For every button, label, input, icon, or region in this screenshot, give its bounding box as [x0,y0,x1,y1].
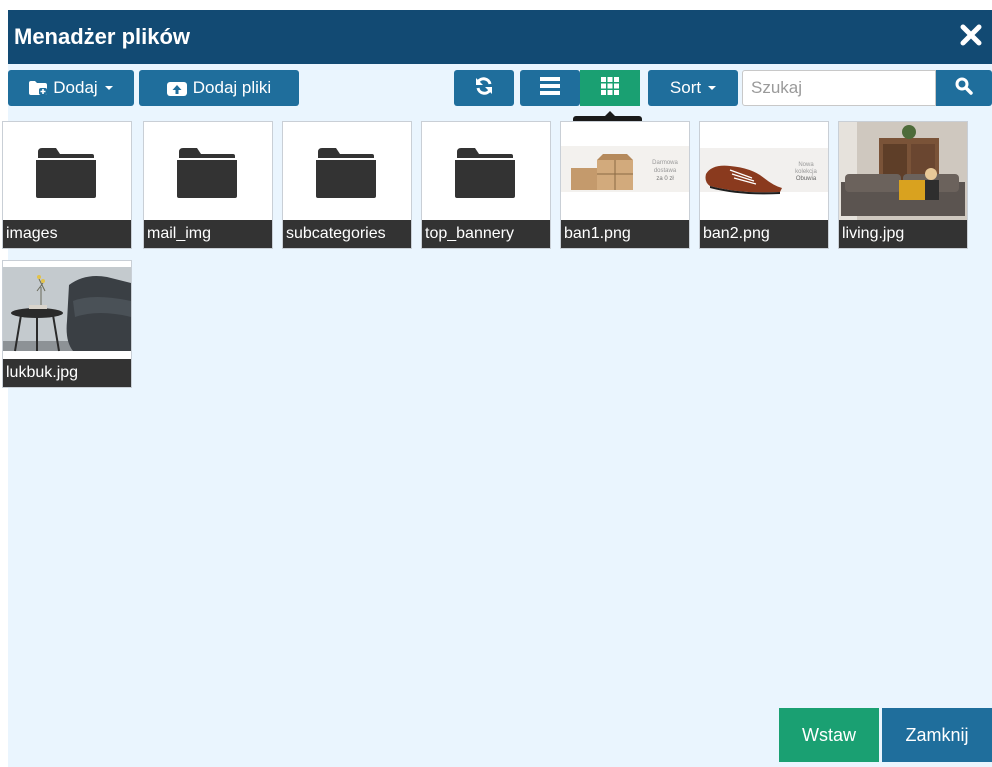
close-icon[interactable] [956,20,986,50]
shoe-banner-image: Nowa kolekcja Obuwia [700,122,828,220]
dialog-body: Dodaj Dodaj pliki Sort Szukaj images mai… [2,64,992,767]
close-label: Zamknij [905,724,969,745]
add-label: Dodaj [53,78,98,97]
image-thumbnail [3,261,131,359]
folder-icon [177,148,237,198]
file-tile-images[interactable]: images [2,121,132,249]
folder-plus-icon [29,81,48,95]
file-name: lukbuk.jpg [3,359,131,387]
banner-caption: Nowa [798,162,814,168]
insert-button[interactable]: Wstaw [779,708,879,762]
upload-icon [166,80,187,96]
banner-caption: dostawa [654,168,677,174]
file-name: living.jpg [839,220,967,248]
upload-label: Dodaj pliki [192,78,272,97]
folder-thumbnail [422,122,550,220]
file-tile-living[interactable]: living.jpg [838,121,968,249]
chair-side-table-image [3,261,131,359]
search-button[interactable] [936,70,992,106]
add-dropdown-button[interactable]: Dodaj [8,70,134,106]
upload-files-button[interactable]: Dodaj pliki [139,70,299,106]
list-view-button[interactable] [520,70,580,106]
search-input[interactable] [742,70,936,106]
grid-icon [601,76,619,100]
insert-label: Wstaw [802,724,856,745]
file-tile-top-bannery[interactable]: top_bannery [421,121,551,249]
dialog-title: Menadżer plików [14,24,191,49]
search-icon [955,77,973,100]
file-name: top_bannery [422,220,550,248]
list-icon [540,76,560,100]
folder-icon [455,148,515,198]
sort-label: Sort [669,78,702,97]
dialog-header: Menadżer plików [8,10,992,64]
sort-dropdown-button[interactable]: Sort [648,70,738,106]
banner-caption: za 0 zł [656,176,674,182]
file-name: subcategories [283,220,411,248]
file-name: mail_img [144,220,272,248]
file-name: images [3,220,131,248]
folder-thumbnail [283,122,411,220]
file-name: ban2.png [700,220,828,248]
file-tile-subcategories[interactable]: subcategories [282,121,412,249]
living-room-image [839,122,967,220]
folder-thumbnail [3,122,131,220]
file-tile-lukbuk[interactable]: lukbuk.jpg [2,260,132,388]
refresh-button[interactable] [454,70,514,106]
file-tile-ban1[interactable]: Darmowa dostawa za 0 zł ban1.png [560,121,690,249]
close-button[interactable]: Zamknij [882,708,992,762]
banner-caption: Darmowa [652,160,678,166]
file-tile-mail-img[interactable]: mail_img [143,121,273,249]
folder-icon [36,148,96,198]
thumbnail-view-button[interactable] [580,70,640,106]
box-banner-image: Darmowa dostawa za 0 zł [561,122,689,220]
image-thumbnail [839,122,967,220]
caret-down-icon [708,86,717,90]
image-thumbnail: Darmowa dostawa za 0 zł [561,122,689,220]
folder-thumbnail [144,122,272,220]
background-strip [0,0,992,10]
file-tile-ban2[interactable]: Nowa kolekcja Obuwia ban2.png [699,121,829,249]
file-name: ban1.png [561,220,689,248]
folder-icon [316,148,376,198]
image-thumbnail: Nowa kolekcja Obuwia [700,122,828,220]
caret-down-icon [104,86,113,90]
banner-caption: Obuwia [796,176,817,182]
refresh-icon [474,76,494,101]
banner-caption: kolekcja [795,169,817,175]
